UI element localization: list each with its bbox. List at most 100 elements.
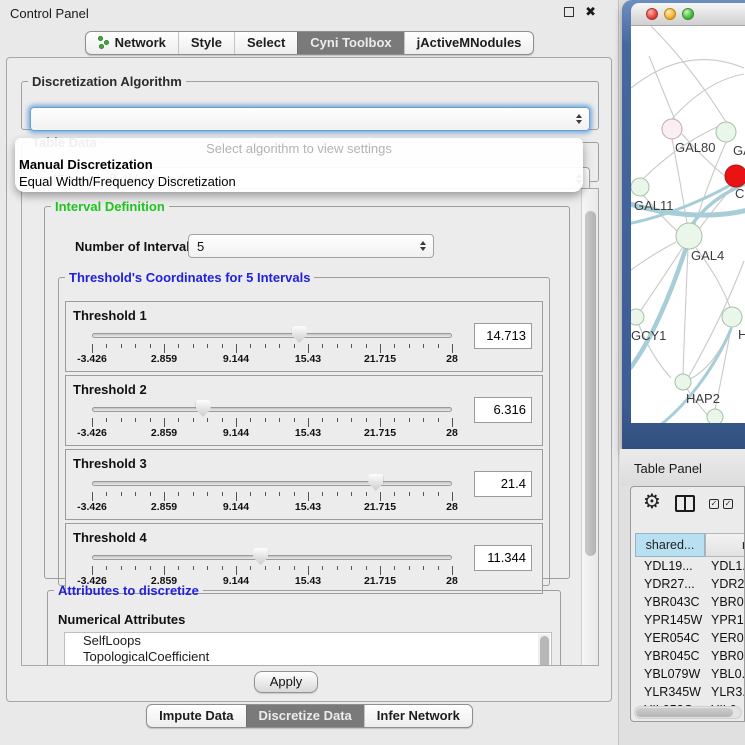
table-row[interactable]: YER054CYER0...	[635, 629, 745, 647]
scale-label: 28	[446, 501, 458, 513]
threshold-3-value-field[interactable]: 21.4	[474, 471, 532, 497]
tab-label: Style	[191, 35, 222, 50]
threshold-1-value-field[interactable]: 14.713	[474, 323, 532, 349]
tab-cyni-toolbox[interactable]: Cyni Toolbox	[297, 32, 403, 54]
scrollbar-thumb[interactable]	[585, 211, 596, 556]
table-cell: YBR043C	[635, 593, 705, 611]
slider-ticks	[92, 344, 452, 353]
h-node[interactable]	[722, 307, 742, 327]
table-panel-titlebar: Table Panel	[620, 449, 745, 486]
table-row[interactable]: YBR043CYBR0...	[635, 593, 745, 611]
threshold-1-slider-thumb[interactable]	[292, 326, 307, 343]
slider-scale-labels: -3.4262.8599.14415.4321.71528	[92, 427, 452, 439]
control-panel: Control Panel ✖ NetworkStyleSelectCyni T…	[0, 0, 619, 745]
scrollbar-thumb[interactable]	[636, 708, 733, 717]
scale-label: 28	[446, 427, 458, 439]
gear-icon[interactable]: ⚙	[643, 489, 661, 514]
checkbox-icon[interactable]: ✓	[709, 499, 719, 509]
checkbox-icon[interactable]: ✓	[723, 499, 733, 509]
hap2-node[interactable]	[675, 374, 691, 390]
network-canvas[interactable]: GAL80GACGAL11GAL4GCY1HHAP2	[631, 26, 745, 423]
slider-scale-labels: -3.4262.8599.14415.4321.71528	[92, 353, 452, 365]
node-label: H	[738, 327, 745, 342]
algorithm-prompt: Select algorithm to view settings	[15, 141, 583, 156]
tab-style[interactable]: Style	[178, 32, 234, 54]
vertical-scrollbar[interactable]	[581, 189, 598, 665]
scale-label: 9.144	[223, 353, 249, 365]
tab-label: Select	[247, 35, 285, 50]
tab-jactivemnodules[interactable]: jActiveMNodules	[404, 32, 534, 54]
list-scrollbar[interactable]	[538, 634, 550, 665]
scale-label: 2.859	[151, 501, 177, 513]
tab-impute-data[interactable]: Impute Data	[147, 705, 245, 727]
gal80-node[interactable]	[662, 119, 682, 139]
tab-label: Discretize Data	[259, 708, 352, 723]
scale-label: 15.43	[295, 501, 321, 513]
table-row[interactable]: YDR27...YDR2...	[635, 575, 745, 593]
slider-scale-labels: -3.4262.8599.14415.4321.71528	[92, 501, 452, 513]
combo-arrows-icon	[576, 114, 582, 124]
tab-label: Network	[115, 35, 166, 50]
threshold-4-slider-thumb[interactable]	[253, 548, 268, 565]
table-row[interactable]: YBL079WYBL0...	[635, 665, 745, 683]
gal4-node[interactable]	[676, 223, 702, 249]
tab-network[interactable]: Network	[86, 32, 178, 54]
scale-label: 9.144	[223, 501, 249, 513]
table-row[interactable]: YBR045CYBR0...	[635, 647, 745, 665]
table-panel-title: Table Panel	[634, 461, 702, 476]
table-cell: YPR1...	[705, 611, 745, 629]
scale-label: 2.859	[151, 427, 177, 439]
tab-discretize-data[interactable]: Discretize Data	[246, 705, 364, 727]
node-label: GAL80	[675, 140, 715, 155]
table-body: YDL19...YDL1...YDR27...YDR2...YBR043CYBR…	[635, 557, 745, 707]
close-traffic-light-icon[interactable]	[646, 8, 658, 20]
scale-label: 21.715	[364, 353, 396, 365]
gal11-node[interactable]	[631, 178, 649, 196]
split-view-icon[interactable]	[675, 495, 695, 512]
numerical-attributes-list[interactable]: SelfLoopsTopologicalCoefficientBetweenne…	[64, 632, 552, 665]
attribute-list-item[interactable]: SelfLoops	[65, 633, 551, 649]
minimize-traffic-light-icon[interactable]	[664, 8, 676, 20]
threshold-2-slider-thumb[interactable]	[196, 400, 211, 417]
table-row[interactable]: YPR145WYPR1...	[635, 611, 745, 629]
threshold-2-value-field[interactable]: 6.316	[474, 397, 532, 423]
tab-infer-network[interactable]: Infer Network	[364, 705, 472, 727]
scale-label: -3.426	[77, 427, 107, 439]
c-node[interactable]	[725, 165, 745, 187]
gcy1-node[interactable]	[631, 309, 644, 325]
table-header-row: shared... n...	[635, 533, 745, 557]
zoom-traffic-light-icon[interactable]	[682, 8, 694, 20]
column-header-name[interactable]: n...	[705, 533, 745, 557]
threshold-3-slider-thumb[interactable]	[368, 474, 383, 491]
algorithm-dropdown-popup: Select algorithm to view settings Manual…	[15, 138, 583, 192]
node-label: GCY1	[631, 328, 666, 343]
discretization-algorithm-group: Discretization Algorithm	[21, 74, 599, 130]
table-row[interactable]: YLR345WYLR3...	[635, 683, 745, 701]
table-row[interactable]: YDL19...YDL1...	[635, 557, 745, 575]
scale-label: 21.715	[364, 501, 396, 513]
ga-node[interactable]	[716, 122, 736, 142]
network-window-titlebar[interactable]	[631, 3, 745, 26]
table-cell: YDR2...	[705, 575, 745, 593]
algorithm-select[interactable]	[30, 107, 590, 131]
threshold-4-value-field[interactable]: 11.344	[474, 545, 532, 571]
algorithm-option[interactable]: Manual Discretization	[15, 156, 583, 173]
settings-scrollpane: Interval Definition Number of Intervals …	[21, 188, 599, 666]
attribute-list-item[interactable]: TopologicalCoefficient	[65, 649, 551, 665]
table-cell: YBR045C	[635, 647, 705, 665]
tab-select[interactable]: Select	[234, 32, 297, 54]
float-window-icon[interactable]	[564, 7, 574, 17]
network-view-window: GAL80GACGAL11GAL4GCY1HHAP2	[622, 0, 745, 449]
apply-button[interactable]: Apply	[254, 671, 318, 693]
slider-ticks	[92, 566, 452, 575]
number-of-intervals-select[interactable]: 5	[188, 234, 434, 258]
threshold-2-panel: Threshold 2 -3.4262.8599.14415.4321.7152…	[65, 375, 543, 446]
attribute-list-item[interactable]: BetweennessCentrality	[65, 664, 551, 665]
threshold-2-label: Threshold 2	[73, 382, 147, 397]
close-icon[interactable]: ✖	[585, 4, 596, 20]
unnamed-node[interactable]	[707, 409, 723, 423]
column-header-shared-name[interactable]: shared...	[635, 533, 705, 557]
algorithm-option[interactable]: Equal Width/Frequency Discretization	[15, 173, 583, 190]
table-cell: YER054C	[635, 629, 705, 647]
horizontal-scrollbar[interactable]	[634, 706, 742, 719]
